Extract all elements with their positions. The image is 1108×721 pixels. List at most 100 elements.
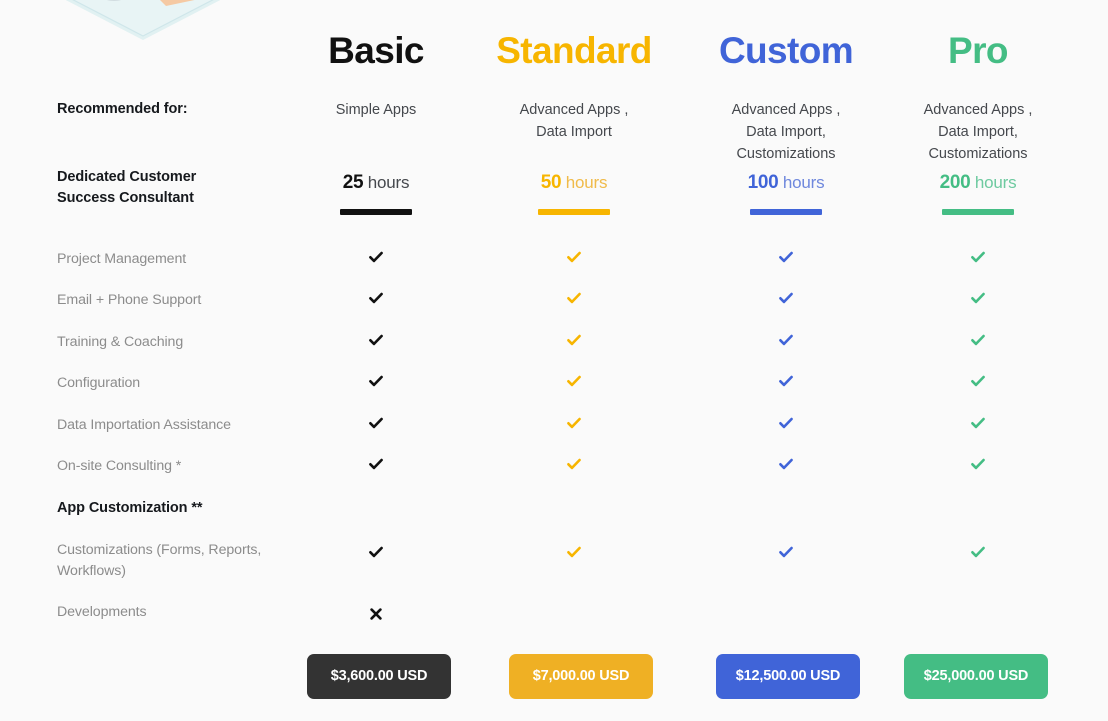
check-icon [474, 415, 674, 431]
feature-label: On-site Consulting * [57, 456, 307, 477]
recommended-for-basic: Simple Apps [276, 99, 476, 121]
check-icon [878, 373, 1078, 389]
feature-label-line-1: Training & Coaching [57, 333, 184, 350]
cross-icon [276, 606, 476, 622]
check-icon [276, 415, 476, 431]
check-icon [686, 373, 886, 389]
recommended-for-pro-line-1: Advanced Apps , [923, 102, 1033, 118]
feature-label: Developments [57, 602, 307, 623]
feature-mark-custom [686, 249, 886, 265]
price-button-basic[interactable]: $3,600.00 USD [307, 654, 451, 699]
check-icon [878, 456, 1078, 472]
feature-mark-basic [276, 290, 476, 306]
feature-mark-custom [686, 332, 886, 348]
recommended-for-pro: Advanced Apps , Data Import, Customizati… [878, 99, 1078, 165]
feature-mark-standard [474, 332, 674, 348]
feature-mark-custom [686, 373, 886, 389]
feature-label: Data Importation Assistance [57, 415, 307, 436]
feature-mark-basic [276, 249, 476, 265]
hours-custom: 100 hours [686, 172, 886, 215]
check-icon [276, 373, 476, 389]
hours-unit-basic: hours [367, 173, 410, 192]
feature-mark-pro [878, 332, 1078, 348]
feature-mark-standard [474, 249, 674, 265]
feature-label-line-1: Project Management [57, 251, 187, 267]
hours-unit-standard: hours [565, 173, 608, 192]
feature-label-line-1: Configuration [57, 375, 141, 392]
check-icon [878, 249, 1078, 265]
check-icon [276, 249, 476, 265]
recommended-for-custom-line-2: Data Import, [746, 124, 826, 140]
check-icon [686, 456, 886, 472]
check-icon [474, 373, 674, 389]
check-icon [474, 249, 674, 265]
feature-mark-custom [686, 415, 886, 431]
consultant-label: Dedicated Customer Success Consultant [57, 167, 307, 209]
check-icon [686, 332, 886, 348]
feature-mark-pro [878, 544, 1078, 560]
feature-mark-custom [686, 290, 886, 306]
feature-label: Email + Phone Support [57, 290, 307, 311]
hours-underline-pro [942, 209, 1014, 215]
check-icon [878, 290, 1078, 306]
recommended-for-standard-line-2: Data Import [536, 124, 612, 140]
recommended-for-pro-line-2: Data Import, [938, 124, 1018, 140]
recommended-for-custom-line-3: Customizations [736, 146, 836, 162]
feature-label-line-1: Developments [57, 604, 147, 620]
feature-mark-standard [474, 456, 674, 472]
feature-mark-standard [474, 373, 674, 389]
check-icon [276, 290, 476, 306]
hours-value-pro: 200 [939, 172, 971, 193]
feature-label: Project Management [57, 249, 307, 270]
check-icon [474, 544, 674, 560]
recommended-for-custom-line-1: Advanced Apps , [731, 102, 841, 118]
feature-mark-custom [686, 456, 886, 472]
price-button-pro[interactable]: $25,000.00 USD [904, 654, 1048, 699]
recommended-for-label: Recommended for: [57, 101, 188, 117]
feature-mark-basic [276, 373, 476, 389]
feature-label-line-2: Workflows) [57, 563, 126, 579]
feature-mark-standard [474, 290, 674, 306]
price-button-standard[interactable]: $7,000.00 USD [509, 654, 653, 699]
hours-value-basic: 25 [342, 172, 364, 193]
app-customization-label: App Customization ** [57, 500, 203, 516]
plan-name-pro: Pro [948, 30, 1008, 71]
check-icon [474, 290, 674, 306]
consultant-label-line-1: Dedicated Customer [57, 169, 197, 185]
check-icon [474, 332, 674, 348]
hours-value-custom: 100 [747, 172, 779, 193]
check-icon [686, 290, 886, 306]
feature-mark-basic [276, 456, 476, 472]
check-icon [276, 332, 476, 348]
hours-underline-standard [538, 209, 610, 215]
feature-mark-pro [878, 415, 1078, 431]
check-icon [686, 249, 886, 265]
plan-name-basic: Basic [328, 30, 424, 71]
check-icon [474, 456, 674, 472]
plan-name-standard: Standard [496, 30, 652, 71]
feature-label-line-1: Data Importation Assistance [57, 416, 231, 433]
check-icon [686, 544, 886, 560]
price-button-custom[interactable]: $12,500.00 USD [716, 654, 860, 699]
feature-mark-pro [878, 290, 1078, 306]
pricing-comparison-table: Basic Standard Custom Pro Recommended fo… [0, 0, 1108, 721]
hours-underline-custom [750, 209, 822, 215]
feature-mark-basic [276, 415, 476, 431]
hours-pro: 200 hours [878, 172, 1078, 215]
recommended-for-standard-line-1: Advanced Apps , [519, 102, 629, 118]
feature-mark-pro [878, 249, 1078, 265]
feature-label: Configuration [57, 373, 307, 394]
feature-mark-pro [878, 373, 1078, 389]
hours-unit-custom: hours [782, 173, 825, 192]
feature-label-line-1: On-site Consulting * [57, 458, 182, 474]
hours-standard: 50 hours [474, 172, 674, 215]
plan-name-custom: Custom [718, 30, 854, 71]
feature-mark-pro [878, 456, 1078, 472]
check-icon [878, 415, 1078, 431]
recommended-for-custom: Advanced Apps , Data Import, Customizati… [686, 99, 886, 165]
feature-mark-basic [276, 606, 476, 622]
feature-label-line-1: Customizations (Forms, Reports, [57, 542, 262, 558]
hours-basic: 25 hours [276, 172, 476, 215]
feature-mark-basic [276, 544, 476, 560]
check-icon [686, 415, 886, 431]
